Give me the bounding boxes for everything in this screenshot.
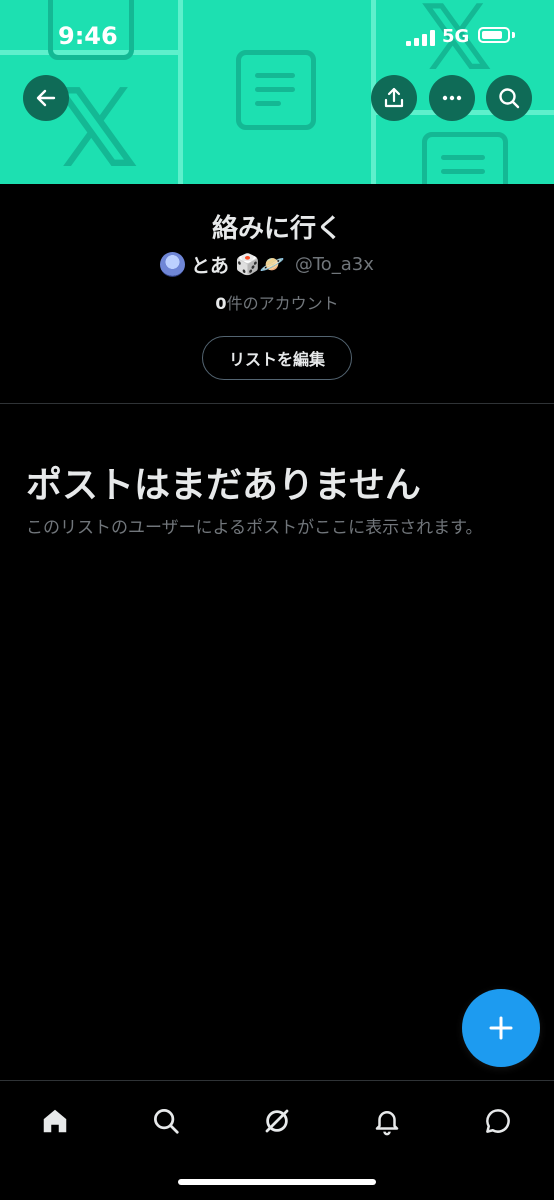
signal-icon: [406, 30, 436, 46]
nav-messages[interactable]: [478, 1101, 518, 1141]
grok-icon: [265, 1109, 289, 1133]
empty-state-title: ポストはまだありません: [26, 465, 421, 506]
arrow-left-icon: [36, 89, 56, 107]
plus-icon: [489, 1016, 513, 1040]
search-icon: [154, 1109, 179, 1134]
back-button[interactable]: [23, 75, 69, 121]
member-count-label: 件のアカウント: [226, 294, 339, 313]
nav-grok[interactable]: [257, 1101, 297, 1141]
owner-emojis: 🎲🪐: [235, 252, 285, 276]
edit-list-button[interactable]: リストを編集: [202, 336, 352, 380]
home-icon: [43, 1109, 67, 1133]
compose-button[interactable]: [462, 989, 540, 1067]
nav-explore[interactable]: [146, 1101, 186, 1141]
list-banner: 𝕏 𝕏 9:46 5G: [0, 0, 554, 184]
list-owner[interactable]: とあ 🎲🪐 @To_a3x: [160, 250, 374, 278]
empty-state-description: このリストのユーザーによるポストがここに表示されます。: [26, 518, 483, 538]
search-button[interactable]: [486, 75, 532, 121]
share-button[interactable]: [371, 75, 417, 121]
member-count[interactable]: 0件のアカウント: [0, 290, 554, 314]
member-count-number: 0: [215, 294, 227, 313]
battery-cap: [512, 32, 515, 38]
share-icon: [384, 87, 404, 108]
divider: [0, 403, 554, 404]
battery-icon: [478, 27, 510, 43]
status-bar: 9:46 5G: [0, 0, 554, 70]
status-time: 9:46: [58, 22, 118, 50]
more-horizontal-icon: [442, 95, 462, 101]
avatar[interactable]: [160, 251, 185, 277]
owner-name[interactable]: とあ: [191, 251, 229, 278]
list-title: 絡みに行く: [211, 214, 342, 244]
owner-handle[interactable]: @To_a3x: [295, 254, 374, 275]
home-indicator: [178, 1179, 376, 1185]
bell-icon: [375, 1111, 399, 1136]
nav-home[interactable]: [35, 1101, 75, 1141]
nav-notifications[interactable]: [367, 1101, 407, 1141]
search-icon: [499, 88, 520, 109]
more-button[interactable]: [429, 75, 475, 121]
message-icon: [486, 1109, 510, 1133]
network-type: 5G: [442, 26, 470, 47]
document-icon: [422, 132, 508, 184]
